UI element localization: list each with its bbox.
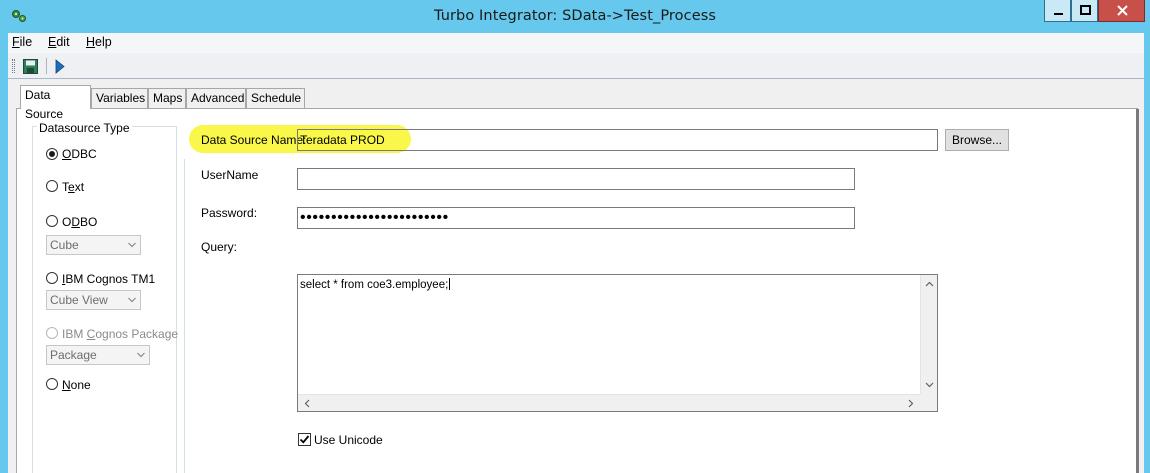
scroll-up-icon[interactable] (921, 276, 938, 293)
scrollbar-corner (920, 394, 937, 411)
odbo-pre: O (62, 215, 72, 229)
dsn-label: Data Source Name: (201, 133, 307, 147)
use-unicode-checkbox[interactable] (298, 433, 311, 446)
package-combo: Package (46, 345, 150, 365)
radio-odbo-label[interactable]: ODBO (62, 215, 97, 229)
query-textarea[interactable]: select * from coe3.employee; (297, 274, 938, 412)
group-divider (184, 159, 185, 473)
tab-schedule[interactable]: Schedule (246, 88, 305, 108)
save-icon[interactable] (23, 59, 38, 74)
toolbar-separator (46, 58, 47, 74)
client-area: File Edit Help Data Source Variables Map… (8, 33, 1144, 473)
menu-file-accel: F (12, 35, 20, 49)
data-source-panel: Datasource Type ODBC Text ODBO Cube IBM … (16, 108, 1139, 473)
use-unicode-label[interactable]: Use Unicode (314, 433, 383, 447)
tm1-cube-view-combo[interactable]: Cube View (46, 290, 141, 310)
menu-help-accel: H (86, 35, 96, 49)
radio-odbc[interactable] (46, 148, 58, 160)
password-input[interactable]: •••••••••••••••••••••••• (297, 207, 855, 229)
username-label: UserName (201, 168, 259, 182)
radio-tm1[interactable] (46, 272, 58, 284)
password-label: Password: (201, 206, 258, 220)
chevron-down-icon (128, 242, 136, 248)
minimize-icon (1054, 13, 1063, 15)
chevron-down-icon (137, 352, 145, 358)
close-icon (1117, 5, 1128, 16)
radio-text[interactable] (46, 180, 58, 192)
radio-none-label[interactable]: None (62, 378, 91, 392)
odbo-accel: D (71, 215, 81, 229)
panel-edge (1136, 109, 1139, 473)
title-bar: Turbo Integrator: SData->Test_Process (0, 0, 1150, 33)
menu-file-rest: ile (19, 35, 33, 49)
menu-file[interactable]: File (12, 35, 32, 49)
tm1-rest: BM Cognos TM1 (65, 272, 156, 286)
menu-help-rest: elp (95, 35, 112, 49)
radio-none[interactable] (46, 378, 58, 390)
check-icon (299, 435, 310, 444)
username-input[interactable] (297, 168, 855, 190)
odbo-cube-value: Cube (50, 238, 79, 252)
odbo-rest: BO (80, 215, 98, 229)
toolbar (8, 53, 1144, 79)
query-value: select * from coe3.employee; (300, 279, 449, 291)
package-value: Package (50, 348, 97, 362)
none-rest: one (70, 378, 91, 392)
tab-strip: Data Source Variables Maps Advanced Sche… (8, 79, 1144, 121)
radio-tm1-label[interactable]: IBM Cognos TM1 (62, 272, 155, 286)
odbc-accel: O (62, 147, 72, 161)
chevron-down-icon (128, 297, 136, 303)
query-text[interactable]: select * from coe3.employee; (300, 278, 451, 291)
scroll-down-icon[interactable] (921, 376, 938, 393)
tab-variables[interactable]: Variables (91, 88, 148, 108)
text-accel: e (68, 180, 75, 194)
radio-odbo[interactable] (46, 215, 58, 227)
odbc-rest: DBC (71, 147, 97, 161)
radio-odbc-label[interactable]: ODBC (62, 147, 97, 161)
tm1-cube-view-value: Cube View (50, 293, 108, 307)
maximize-icon (1080, 5, 1091, 15)
scroll-right-icon[interactable] (902, 395, 919, 412)
radio-cognos-package-label: IBM Cognos Package (62, 327, 178, 341)
menu-bar: File Edit Help (8, 33, 1144, 53)
minimize-button[interactable] (1044, 0, 1071, 22)
query-vertical-scrollbar[interactable] (920, 275, 937, 394)
package-pre: IBM (62, 327, 87, 341)
dsn-input[interactable]: Teradata PROD (297, 129, 938, 151)
maximize-button[interactable] (1071, 0, 1098, 22)
tab-data-source[interactable]: Data Source (20, 85, 91, 121)
odbo-cube-combo[interactable]: Cube (46, 235, 141, 255)
browse-button[interactable]: Browse... (945, 129, 1009, 151)
toolbar-grip[interactable] (12, 59, 15, 73)
text-rest: xt (74, 180, 85, 194)
tab-advanced[interactable]: Advanced (186, 88, 246, 108)
menu-help[interactable]: Help (86, 35, 112, 49)
close-button[interactable] (1098, 0, 1145, 22)
menu-edit[interactable]: Edit (48, 35, 70, 49)
query-horizontal-scrollbar[interactable] (298, 394, 920, 411)
radio-text-label[interactable]: Text (62, 180, 84, 194)
tab-maps[interactable]: Maps (148, 88, 186, 108)
menu-edit-rest: dit (56, 35, 70, 49)
none-accel: N (62, 378, 71, 392)
package-rest: ognos Package (95, 327, 179, 341)
query-label: Query: (201, 240, 238, 254)
run-icon[interactable] (55, 59, 65, 74)
window-title: Turbo Integrator: SData->Test_Process (433, 8, 717, 24)
scroll-left-icon[interactable] (299, 395, 316, 412)
radio-cognos-package (46, 327, 58, 339)
text-caret (449, 278, 451, 290)
